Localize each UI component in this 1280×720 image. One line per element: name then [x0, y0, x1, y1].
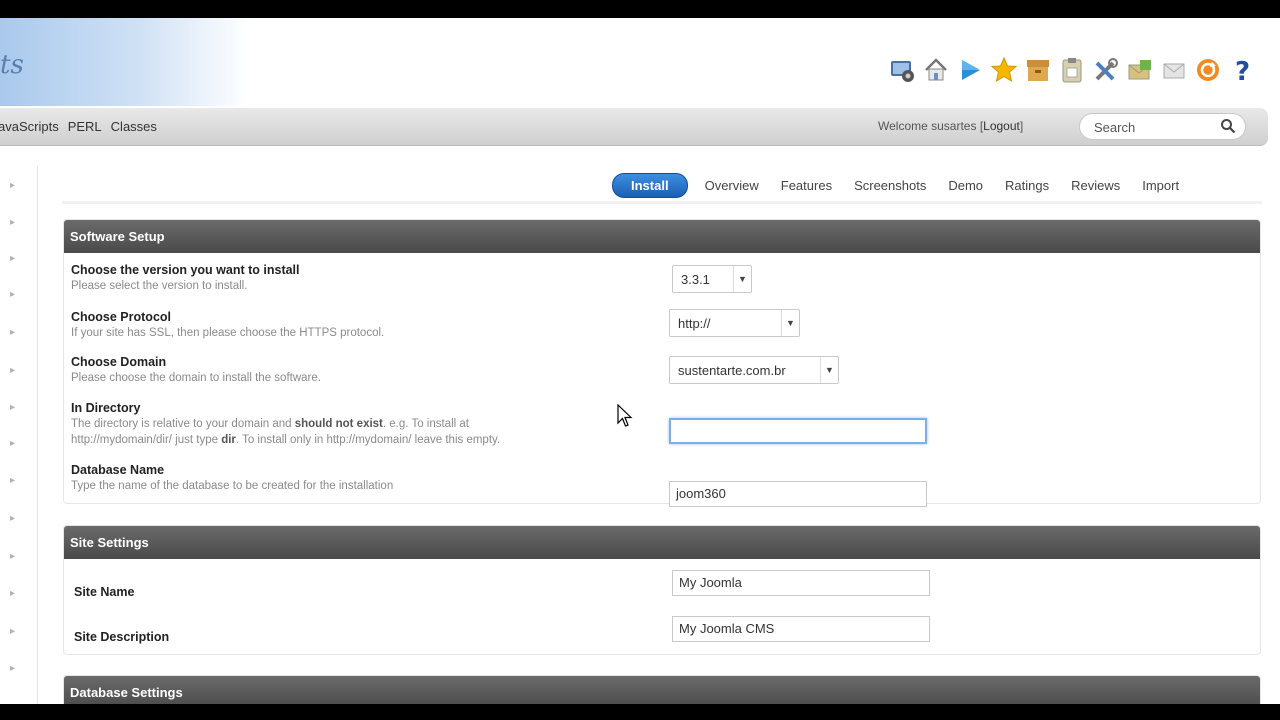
- svg-text:?: ?: [1235, 57, 1250, 84]
- site-description-label: Site Description: [74, 630, 170, 644]
- logout-link[interactable]: Logout: [983, 119, 1020, 133]
- nav-links: avaScripts PERL Classes: [0, 119, 157, 134]
- settings-monitor-icon[interactable]: [886, 54, 917, 86]
- welcome-text: Welcome susartes [Logout]: [878, 119, 1023, 133]
- chevron-right-icon[interactable]: ▸: [10, 289, 15, 300]
- star-icon[interactable]: [988, 54, 1019, 86]
- directory-help-part: . To install only in http://mydomain/ le…: [235, 434, 501, 446]
- database-row: Database Name Type the name of the datab…: [71, 463, 393, 494]
- tab-import[interactable]: Import: [1131, 178, 1190, 193]
- chevron-right-icon[interactable]: ▸: [10, 475, 15, 486]
- archive-icon[interactable]: [1022, 54, 1053, 86]
- email-icon[interactable]: [1124, 54, 1155, 86]
- chevron-right-icon[interactable]: ▸: [10, 402, 15, 413]
- mail-icon[interactable]: [1158, 54, 1189, 86]
- directory-help-part: http://mydomain/dir/ just type: [71, 434, 222, 446]
- domain-help: Please choose the domain to install the …: [71, 372, 321, 384]
- chevron-right-icon[interactable]: ▸: [10, 253, 15, 264]
- help-icon[interactable]: ?: [1226, 54, 1257, 86]
- browser-viewport: ts ? avaScripts PERL Classes Welcome sus…: [0, 18, 1280, 704]
- software-setup-panel: Software Setup Choose the version you wa…: [63, 219, 1261, 507]
- tools-icon[interactable]: [1090, 54, 1121, 86]
- directory-input[interactable]: [669, 418, 927, 444]
- version-value: 3.3.1: [681, 272, 710, 287]
- top-navbar: avaScripts PERL Classes Welcome susartes…: [0, 108, 1268, 146]
- domain-value: sustentarte.com.br: [678, 363, 786, 378]
- chevron-right-icon[interactable]: ▸: [10, 180, 15, 191]
- search-placeholder: Search: [1094, 120, 1136, 135]
- tab-features[interactable]: Features: [770, 178, 843, 193]
- chevron-down-icon: ▼: [781, 310, 799, 336]
- directory-help-bold: dir: [221, 434, 236, 446]
- tab-overview[interactable]: Overview: [694, 178, 770, 193]
- site-name-row: Site Name: [74, 585, 134, 599]
- home-icon[interactable]: [920, 54, 951, 86]
- logo[interactable]: ts: [0, 18, 250, 106]
- directory-help: The directory is relative to your domain…: [71, 416, 500, 448]
- protocol-label: Choose Protocol: [71, 310, 172, 324]
- chevron-right-icon[interactable]: ▸: [10, 551, 15, 562]
- nav-link-classes[interactable]: Classes: [111, 119, 157, 134]
- protocol-help: If your site has SSL, then please choose…: [71, 327, 385, 339]
- chevron-down-icon: ▼: [820, 357, 838, 383]
- domain-select[interactable]: sustentarte.com.br ▼: [669, 356, 839, 384]
- tab-ratings[interactable]: Ratings: [994, 178, 1060, 193]
- welcome-prefix: Welcome susartes [: [878, 119, 984, 133]
- directory-help-bold: should not exist: [294, 418, 383, 430]
- chevron-right-icon[interactable]: ▸: [10, 217, 15, 228]
- protocol-row: Choose Protocol If your site has SSL, th…: [71, 310, 384, 341]
- panel-title: Site Settings: [64, 526, 1260, 559]
- panel-title: Database Settings: [64, 676, 1260, 704]
- database-label: Database Name: [71, 463, 165, 477]
- site-name-input[interactable]: My Joomla: [672, 570, 930, 596]
- version-select[interactable]: 3.3.1 ▼: [672, 265, 752, 293]
- welcome-suffix: ]: [1019, 119, 1024, 133]
- left-rail: ▸ ▸ ▸ ▸ ▸ ▸ ▸ ▸ ▸ ▸ ▸ ▸ ▸ ▸: [0, 166, 38, 704]
- version-row: Choose the version you want to install P…: [71, 263, 300, 294]
- chevron-right-icon[interactable]: ▸: [10, 365, 15, 376]
- database-help: Type the name of the database to be crea…: [71, 480, 394, 492]
- database-name-input[interactable]: joom360: [669, 481, 927, 507]
- database-settings-panel: Database Settings: [63, 675, 1261, 704]
- clipboard-icon[interactable]: [1056, 54, 1087, 86]
- chevron-right-icon[interactable]: ▸: [10, 438, 15, 449]
- chevron-right-icon[interactable]: ▸: [10, 588, 15, 599]
- version-label: Choose the version you want to install: [71, 263, 300, 277]
- tab-reviews[interactable]: Reviews: [1060, 178, 1131, 193]
- tab-divider: [62, 201, 1262, 204]
- site-description-input[interactable]: My Joomla CMS: [672, 616, 930, 642]
- search-input[interactable]: Search: [1079, 113, 1246, 140]
- refresh-icon[interactable]: [1192, 54, 1223, 86]
- toolbar: ?: [886, 52, 1257, 88]
- directory-help-part: . e.g. To install at: [382, 418, 469, 430]
- tab-demo[interactable]: Demo: [937, 178, 994, 193]
- tab-install[interactable]: Install: [612, 172, 688, 198]
- nav-link-perl[interactable]: PERL: [68, 119, 102, 134]
- tab-screenshots[interactable]: Screenshots: [843, 178, 937, 193]
- domain-label: Choose Domain: [71, 355, 167, 369]
- directory-help-part: The directory is relative to your domain…: [71, 418, 295, 430]
- panel-title: Software Setup: [64, 220, 1260, 253]
- protocol-value: http://: [678, 316, 711, 331]
- chevron-right-icon[interactable]: ▸: [10, 513, 15, 524]
- mouse-cursor-icon: [617, 404, 633, 427]
- directory-row: In Directory The directory is relative t…: [71, 401, 500, 448]
- chevron-right-icon[interactable]: ▸: [10, 663, 15, 674]
- nav-link-javascripts[interactable]: avaScripts: [0, 119, 59, 134]
- directory-label: In Directory: [71, 401, 141, 415]
- protocol-select[interactable]: http:// ▼: [669, 309, 800, 337]
- logo-text: ts: [0, 50, 24, 80]
- software-tabs: Install Overview Features Screenshots De…: [612, 172, 1190, 198]
- chevron-right-icon[interactable]: ▸: [10, 327, 15, 338]
- site-name-label: Site Name: [74, 585, 135, 599]
- chevron-right-icon[interactable]: ▸: [10, 626, 15, 637]
- site-settings-panel: Site Settings Site Name My Joomla Site D…: [63, 525, 1261, 655]
- site-description-row: Site Description: [74, 630, 169, 644]
- domain-row: Choose Domain Please choose the domain t…: [71, 355, 321, 386]
- search-icon[interactable]: [1220, 118, 1236, 134]
- play-icon[interactable]: [954, 54, 985, 86]
- version-help: Please select the version to install.: [71, 280, 248, 292]
- chevron-down-icon: ▼: [733, 266, 751, 292]
